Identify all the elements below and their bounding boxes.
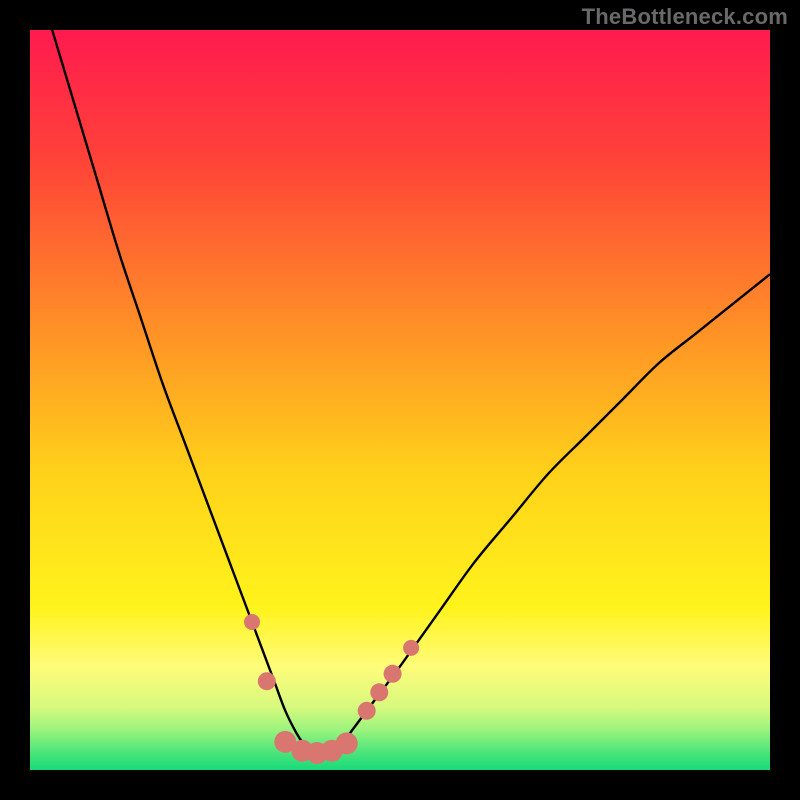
watermark-text: TheBottleneck.com: [582, 4, 788, 30]
marker-right-1: [358, 702, 376, 720]
marker-bottom-5: [336, 732, 358, 754]
marker-left-upper: [244, 614, 260, 630]
gradient-background: [30, 30, 770, 770]
marker-right-2: [370, 683, 388, 701]
chart-frame: TheBottleneck.com: [0, 0, 800, 800]
marker-left-edge: [258, 672, 276, 690]
marker-right-3: [384, 665, 402, 683]
bottleneck-chart: [30, 30, 770, 770]
marker-right-upper: [403, 640, 419, 656]
